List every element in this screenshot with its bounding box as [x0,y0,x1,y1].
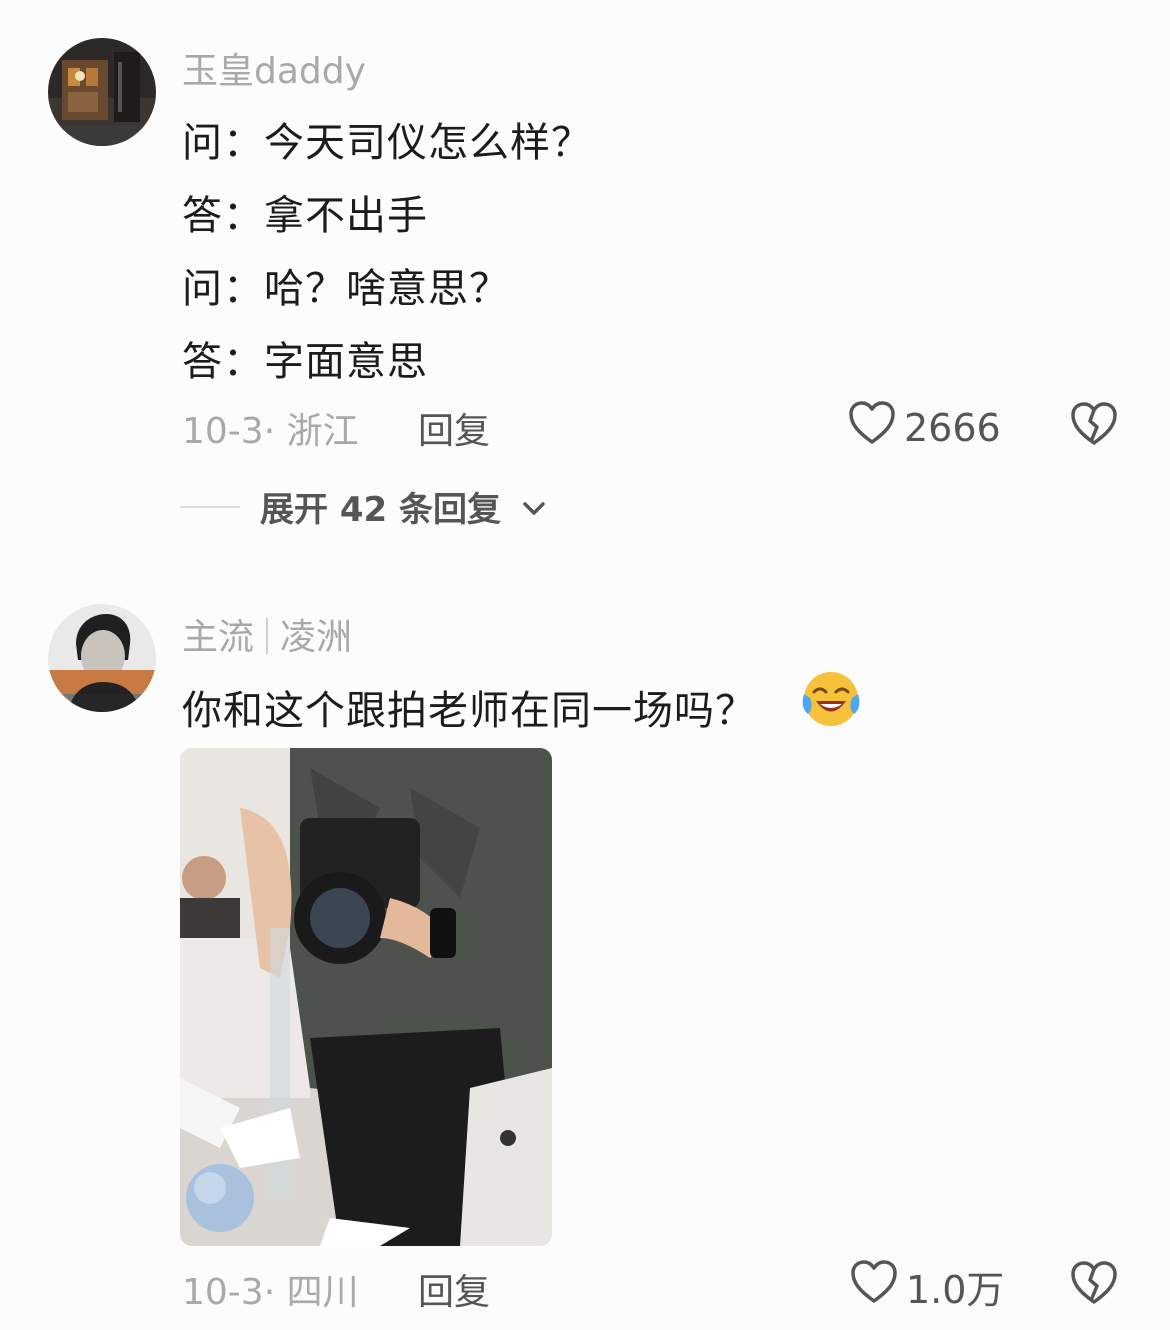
divider [180,505,240,508]
laughing-crying-emoji [800,668,862,730]
avatar[interactable] [48,38,156,146]
heart-outline-icon [850,1259,898,1314]
date-location: 10-3· 四川 [182,1272,359,1313]
avatar[interactable] [48,604,156,712]
username-secondary: 凌洲 [280,617,353,658]
comment-text: 你和这个跟拍老师在同一场吗？ [182,688,756,734]
date-location: 10-3· 浙江 [182,411,359,452]
like-count: 1.0万 [906,1268,1005,1312]
like-count: 2666 [904,405,1001,450]
username-primary: 主流 [182,617,255,658]
expand-replies-label: 展开 42 条回复 [260,490,501,530]
like-button[interactable]: 1.0万 [850,1259,1004,1314]
comment-text-line: 问：今天司仪怎么样？ [182,120,592,166]
broken-heart-icon [1070,402,1118,451]
chevron-down-icon [521,487,547,527]
dislike-button[interactable] [1070,401,1118,451]
username[interactable]: 玉皇daddy [182,42,366,94]
broken-heart-icon [1070,1261,1118,1310]
dislike-button[interactable] [1070,1260,1118,1310]
username[interactable]: 主流 凌洲 [182,608,352,660]
comment-text-line: 问：哈？啥意思？ [182,266,510,312]
comment-photo[interactable] [180,748,552,1246]
expand-replies-button[interactable]: 展开 42 条回复 [180,482,547,531]
reply-button[interactable]: 回复 [418,1263,490,1315]
comment-text-line: 答：拿不出手 [182,193,428,239]
comment-text-line: 答：字面意思 [182,339,428,385]
like-button[interactable]: 2666 [848,400,1001,455]
divider [266,618,269,654]
heart-outline-icon [848,400,896,455]
reply-button[interactable]: 回复 [418,402,490,454]
